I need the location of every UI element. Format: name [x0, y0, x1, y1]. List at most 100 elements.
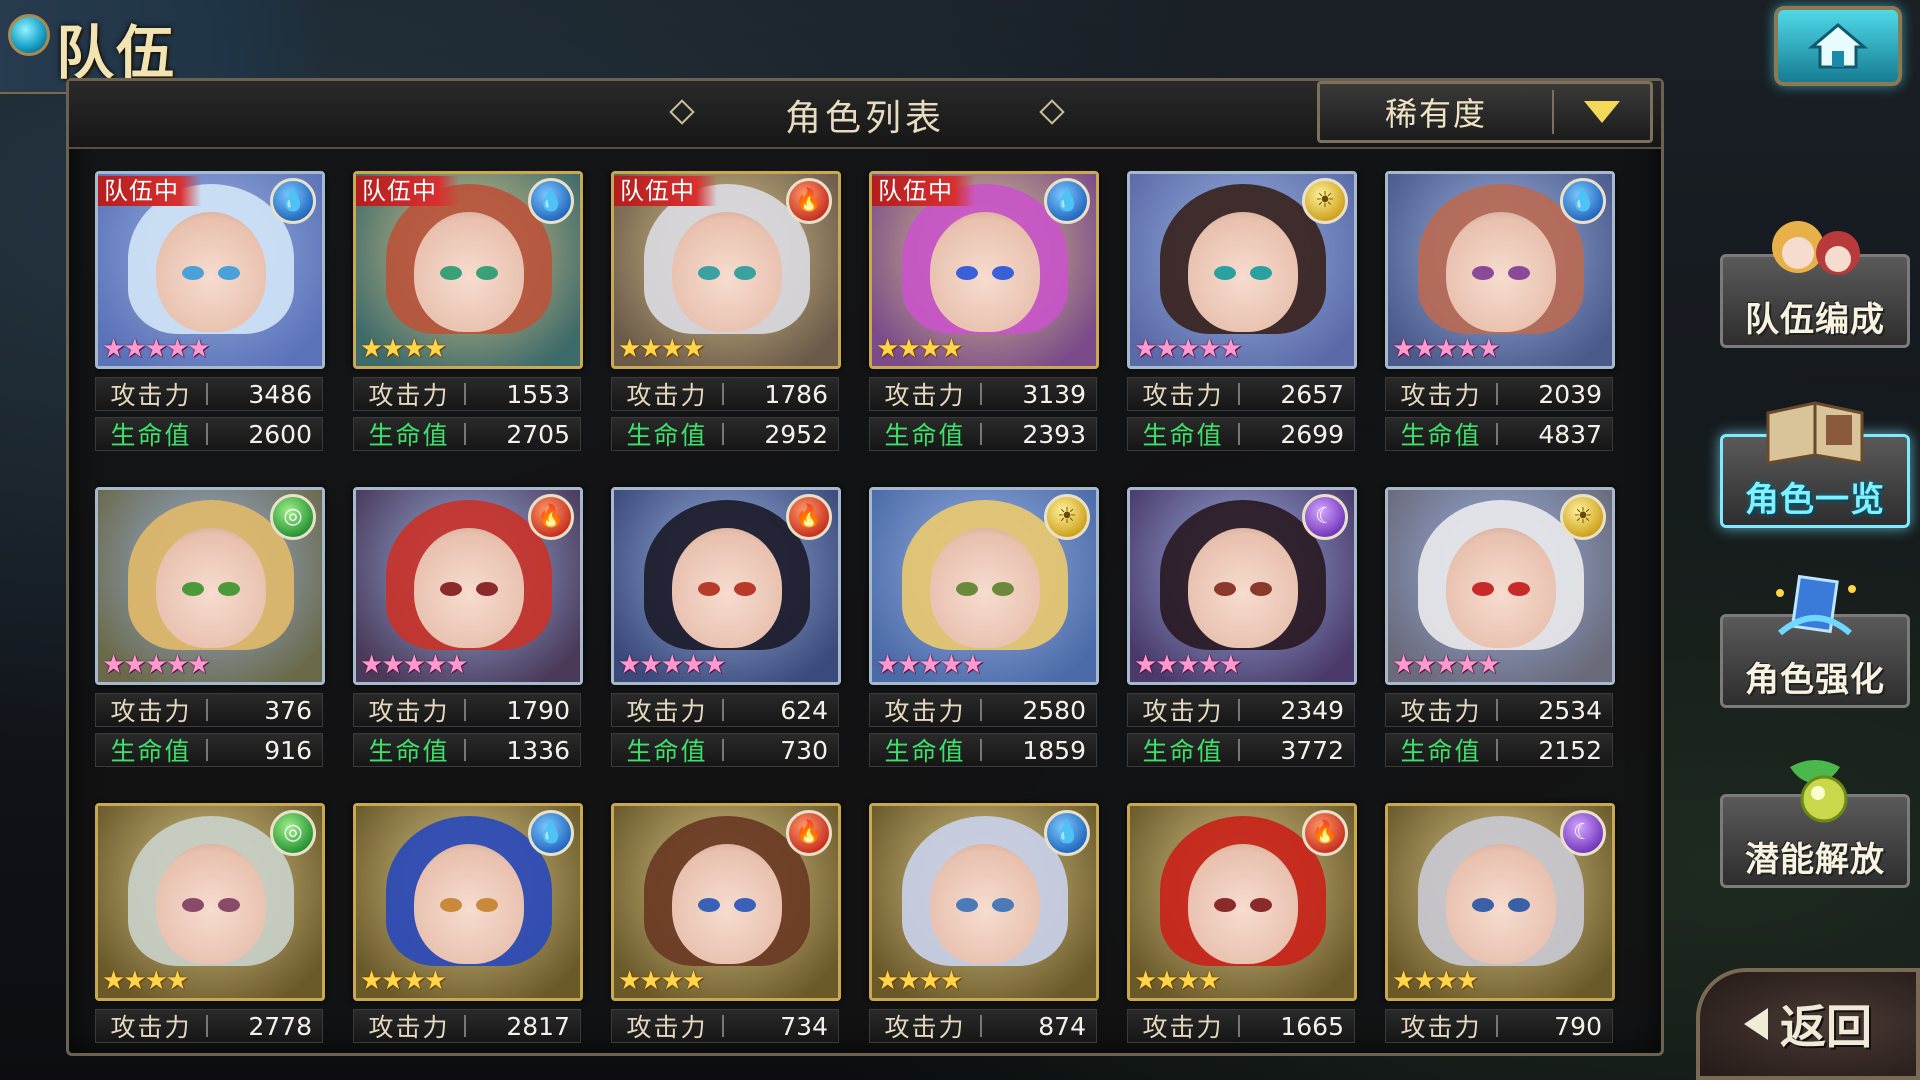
- character-card[interactable]: 💧 ★★★★ 攻击力 874: [869, 803, 1099, 1043]
- enhance-card-icon: [1776, 574, 1856, 636]
- character-portrait[interactable]: ◎ ★★★★: [95, 803, 325, 1001]
- character-card[interactable]: ◎ ★★★★★ 攻击力 376 生命值 916: [95, 487, 325, 767]
- character-eye: [182, 266, 204, 280]
- light-element-icon: ☀: [1560, 494, 1606, 540]
- character-card[interactable]: 队伍中 💧 ★★★★ 攻击力 3139 生命值 2393: [869, 171, 1099, 451]
- character-eye: [992, 898, 1014, 912]
- attack-row: 攻击力 1790: [353, 693, 581, 727]
- character-portrait[interactable]: 💧 ★★★★: [353, 803, 583, 1001]
- hp-value: 2393: [1022, 419, 1086, 449]
- team-formation-button[interactable]: 队伍编成: [1720, 221, 1910, 348]
- character-portrait[interactable]: 队伍中 💧 ★★★★: [353, 171, 583, 369]
- character-portrait[interactable]: ☾ ★★★★: [1385, 803, 1615, 1001]
- rarity-stars: ★★★★: [618, 334, 705, 364]
- character-face: [672, 528, 782, 648]
- character-card[interactable]: 队伍中 💧 ★★★★ 攻击力 1553 生命值 2705: [353, 171, 583, 451]
- character-portrait[interactable]: 队伍中 💧 ★★★★: [869, 171, 1099, 369]
- back-label: 返回: [1780, 1000, 1872, 1054]
- hp-value: 4837: [1538, 419, 1602, 449]
- character-eye: [476, 582, 498, 596]
- character-face: [672, 844, 782, 964]
- attack-row: 攻击力 2349: [1127, 693, 1355, 727]
- sort-dropdown[interactable]: 稀有度: [1317, 81, 1653, 143]
- character-card[interactable]: 🔥 ★★★★ 攻击力 734: [611, 803, 841, 1043]
- character-card[interactable]: ☾ ★★★★★ 攻击力 2349 生命值 3772: [1127, 487, 1357, 767]
- hp-label: 生命值: [1400, 737, 1482, 766]
- character-portrait[interactable]: 🔥 ★★★★: [1127, 803, 1357, 1001]
- back-button[interactable]: 返回: [1696, 968, 1920, 1080]
- character-card[interactable]: ☀ ★★★★★ 攻击力 2657 生命值 2699: [1127, 171, 1357, 451]
- hp-label: 生命值: [110, 421, 192, 450]
- rarity-stars: ★★★★: [102, 966, 189, 996]
- character-card[interactable]: ☾ ★★★★ 攻击力 790: [1385, 803, 1615, 1043]
- character-portrait[interactable]: 🔥 ★★★★★: [611, 487, 841, 685]
- character-card[interactable]: 💧 ★★★★★ 攻击力 2039 生命值 4837: [1385, 171, 1615, 451]
- character-face: [1446, 528, 1556, 648]
- home-icon: [1808, 23, 1868, 69]
- character-card[interactable]: 🔥 ★★★★ 攻击力 1665: [1127, 803, 1357, 1043]
- hp-label: 生命值: [626, 737, 708, 766]
- character-card[interactable]: 🔥 ★★★★★ 攻击力 1790 生命值 1336: [353, 487, 583, 767]
- hp-label: 生命值: [626, 421, 708, 450]
- character-portrait[interactable]: ☀ ★★★★★: [1127, 171, 1357, 369]
- attack-row: 攻击力 624: [611, 693, 839, 727]
- character-face: [156, 212, 266, 332]
- attack-label: 攻击力: [626, 381, 708, 410]
- hp-row: 生命值 1859: [869, 733, 1097, 767]
- character-portrait[interactable]: ☀ ★★★★★: [1385, 487, 1615, 685]
- character-card[interactable]: ☀ ★★★★★ 攻击力 2534 生命值 2152: [1385, 487, 1615, 767]
- hp-label: 生命值: [884, 737, 966, 766]
- character-eye: [992, 266, 1014, 280]
- character-card[interactable]: 队伍中 🔥 ★★★★ 攻击力 1786 生命值 2952: [611, 171, 841, 451]
- attack-value: 874: [1038, 1011, 1086, 1041]
- hp-label: 生命值: [1142, 421, 1224, 450]
- character-card[interactable]: ☀ ★★★★★ 攻击力 2580 生命值 1859: [869, 487, 1099, 767]
- character-portrait[interactable]: ☾ ★★★★★: [1127, 487, 1357, 685]
- character-eye: [956, 266, 978, 280]
- character-card[interactable]: 🔥 ★★★★★ 攻击力 624 生命值 730: [611, 487, 841, 767]
- character-face: [1446, 844, 1556, 964]
- hp-value: 916: [264, 735, 312, 765]
- side-menu-label: 队伍编成: [1745, 300, 1885, 340]
- dropdown-arrow-icon[interactable]: [1554, 101, 1650, 123]
- game-screen: 队伍 角色列表 稀有度 队伍中 💧 ★★★★★ 攻击力 3486 生命值 2600 队伍中 💧 ★…: [0, 0, 1920, 1080]
- attack-label: 攻击力: [110, 697, 192, 726]
- character-portrait[interactable]: 💧 ★★★★★: [1385, 171, 1615, 369]
- character-portrait[interactable]: 队伍中 🔥 ★★★★: [611, 171, 841, 369]
- attack-value: 2534: [1538, 695, 1602, 725]
- side-menu-label: 角色一览: [1745, 480, 1885, 520]
- character-eye: [182, 898, 204, 912]
- hp-value: 2952: [764, 419, 828, 449]
- water-element-icon: 💧: [1560, 178, 1606, 224]
- character-face: [930, 528, 1040, 648]
- home-button[interactable]: [1774, 6, 1902, 86]
- rarity-stars: ★★★★★: [618, 650, 727, 680]
- attack-value: 790: [1554, 1011, 1602, 1041]
- character-card[interactable]: ◎ ★★★★ 攻击力 2778: [95, 803, 325, 1043]
- in-team-badge: 队伍中: [98, 176, 201, 206]
- potential-unlock-button[interactable]: 潜能解放: [1720, 760, 1910, 888]
- attack-value: 1553: [506, 379, 570, 409]
- hp-label: 生命值: [884, 421, 966, 450]
- rarity-stars: ★★★★★: [876, 650, 985, 680]
- character-list-button[interactable]: 角色一览: [1720, 401, 1910, 528]
- character-enhance-button[interactable]: 角色强化: [1720, 574, 1910, 708]
- character-card[interactable]: 队伍中 💧 ★★★★★ 攻击力 3486 生命值 2600: [95, 171, 325, 451]
- character-portrait[interactable]: ◎ ★★★★★: [95, 487, 325, 685]
- hp-row: 生命值 730: [611, 733, 839, 767]
- attack-label: 攻击力: [1400, 1013, 1482, 1042]
- hp-value: 2600: [248, 419, 312, 449]
- character-card[interactable]: 💧 ★★★★ 攻击力 2817: [353, 803, 583, 1043]
- attack-label: 攻击力: [368, 1013, 450, 1042]
- water-element-icon: 💧: [1044, 178, 1090, 224]
- character-portrait[interactable]: 🔥 ★★★★: [611, 803, 841, 1001]
- character-portrait[interactable]: 🔥 ★★★★★: [353, 487, 583, 685]
- water-element-icon: 💧: [270, 178, 316, 224]
- attack-value: 734: [780, 1011, 828, 1041]
- attack-value: 624: [780, 695, 828, 725]
- character-portrait[interactable]: 队伍中 💧 ★★★★★: [95, 171, 325, 369]
- character-portrait[interactable]: 💧 ★★★★: [869, 803, 1099, 1001]
- character-face: [930, 844, 1040, 964]
- character-eye: [476, 266, 498, 280]
- character-portrait[interactable]: ☀ ★★★★★: [869, 487, 1099, 685]
